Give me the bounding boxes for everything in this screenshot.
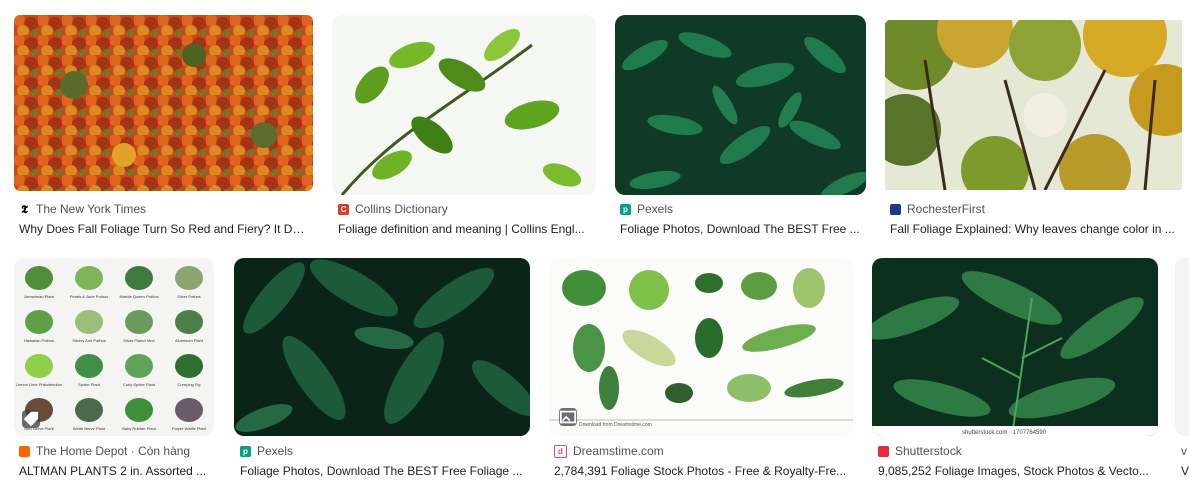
nyt-favicon: 𝕿 [19, 203, 30, 215]
autumn-forest-image [14, 15, 313, 191]
result-title[interactable]: 9,085,252 Foliage Images, Stock Photos &… [878, 464, 1154, 478]
homedepot-favicon [19, 445, 30, 457]
plant-chart-cell: Aluminum Plant [175, 310, 204, 343]
result-title[interactable]: Foliage Photos, Download The BEST Free .… [620, 222, 865, 236]
result-image[interactable] [234, 258, 530, 436]
result-image[interactable] [332, 15, 596, 195]
result-source[interactable]: RochesterFirst [890, 202, 985, 216]
shutterstock-favicon [878, 445, 889, 457]
plant-chart-cell: Spider Plant [75, 354, 103, 387]
houseplant-chart-image: Arrowhead Plant Pearls & Jade Pothos Marbl… [16, 266, 207, 431]
plant-chart-cell: Hawaiian Pothos [24, 310, 54, 343]
result-title[interactable]: Why Does Fall Foliage Turn So Red and Fi… [19, 222, 309, 236]
result-image[interactable] [885, 20, 1182, 190]
plant-chart-cell: Lemon Lime Philodendron [16, 354, 63, 387]
result-source[interactable]: 𝕿 The New York Times [19, 202, 146, 216]
plant-chart-label: Silver Plated Vine [123, 338, 155, 343]
shutterstock-watermark: shutterstock.com · 1707764590 [962, 430, 1047, 436]
shopping-tag-icon [22, 410, 40, 428]
plant-chart-label: White Nerve Plant [73, 426, 106, 431]
plant-chart-cell: Pearls & Jade Pothos [70, 266, 108, 299]
green-leaves-white-bg-image [332, 15, 596, 195]
plant-chart-cell: Marble Queen Pothos [120, 266, 159, 299]
plant-chart-label: Hawaiian Pothos [24, 338, 54, 343]
leaf-illustrations-image: Download from Dreamstime.com [549, 258, 853, 436]
result-source[interactable]: C Collins Dictionary [338, 202, 448, 216]
fern-foliage-image: shutterstock.com · 1707764590 [872, 258, 1158, 436]
plant-chart-label: Silver Pothos [177, 294, 201, 299]
image-icon [559, 408, 577, 426]
result-source[interactable]: Shutterstock [878, 444, 962, 458]
result-title[interactable]: Fall Foliage Explained: Why leaves chang… [890, 222, 1180, 236]
plant-chart-cell: Purple Waffle Plant [172, 398, 207, 431]
plant-chart-label: Silvery Ann Pothos [72, 338, 106, 343]
result-image[interactable] [1175, 258, 1189, 436]
plant-chart-label: Curly Spider Plant [123, 382, 156, 387]
plant-chart-cell: Creeping Fig [175, 354, 203, 387]
dreamstime-watermark: Download from Dreamstime.com [579, 422, 652, 428]
dark-green-leaves-image [615, 15, 866, 195]
result-title[interactable]: V [1181, 464, 1189, 478]
result-image[interactable]: Download from Dreamstime.com [549, 258, 853, 436]
collins-favicon: C [338, 203, 349, 215]
result-title[interactable]: Foliage Photos, Download The BEST Free F… [240, 464, 530, 478]
plant-chart-label: Baby Rubber Plant [122, 426, 156, 431]
plant-chart-label: Purple Waffle Plant [172, 426, 207, 431]
plant-chart-label: Creeping Fig [178, 382, 201, 387]
plant-chart-label: Arrowhead Plant [24, 294, 54, 299]
plant-chart-cell: Silver Plated Vine [123, 310, 156, 343]
result-source[interactable]: The Home Depot · Còn hàng [19, 444, 190, 458]
plant-chart-cell: Arrowhead Plant [24, 266, 55, 299]
result-image[interactable] [615, 15, 866, 195]
plant-chart-label: Spider Plant [78, 382, 101, 387]
plant-chart-cell: White Nerve Plant [73, 398, 106, 431]
pexels-favicon: p [240, 445, 251, 457]
plant-chart-label: Lemon Lime Philodendron [16, 382, 63, 387]
result-title[interactable]: 2,784,391 Foliage Stock Photos - Free & … [554, 464, 850, 478]
plant-chart-cell: Silvery Ann Pothos [72, 310, 106, 343]
tropical-dark-leaves-image [234, 258, 530, 436]
dreamstime-favicon: d [554, 444, 567, 458]
result-image[interactable]: Arrowhead Plant Pearls & Jade Pothos Marbl… [14, 258, 214, 436]
result-source[interactable]: v [1181, 444, 1187, 458]
result-image[interactable]: shutterstock.com · 1707764590 [872, 258, 1158, 436]
tree-canopy-image [885, 20, 1182, 190]
plant-chart-label: Pearls & Jade Pothos [70, 294, 108, 299]
plant-chart-label: Aluminum Plant [175, 338, 204, 343]
result-image[interactable] [14, 15, 313, 191]
plant-chart-label: Marble Queen Pothos [120, 294, 159, 299]
plant-chart-cell: Silver Pothos [175, 266, 203, 299]
pexels-favicon: p [620, 203, 631, 215]
result-source[interactable]: d Dreamstime.com [554, 444, 664, 458]
result-source[interactable]: p Pexels [620, 202, 673, 216]
result-source[interactable]: p Pexels [240, 444, 293, 458]
plant-chart-cell: Baby Rubber Plant [122, 398, 157, 431]
result-title[interactable]: ALTMAN PLANTS 2 in. Assorted ... [19, 464, 214, 478]
rochesterfirst-favicon [890, 203, 901, 215]
plant-chart-cell: Curly Spider Plant [123, 354, 156, 387]
result-title[interactable]: Foliage definition and meaning | Collins… [338, 222, 594, 236]
